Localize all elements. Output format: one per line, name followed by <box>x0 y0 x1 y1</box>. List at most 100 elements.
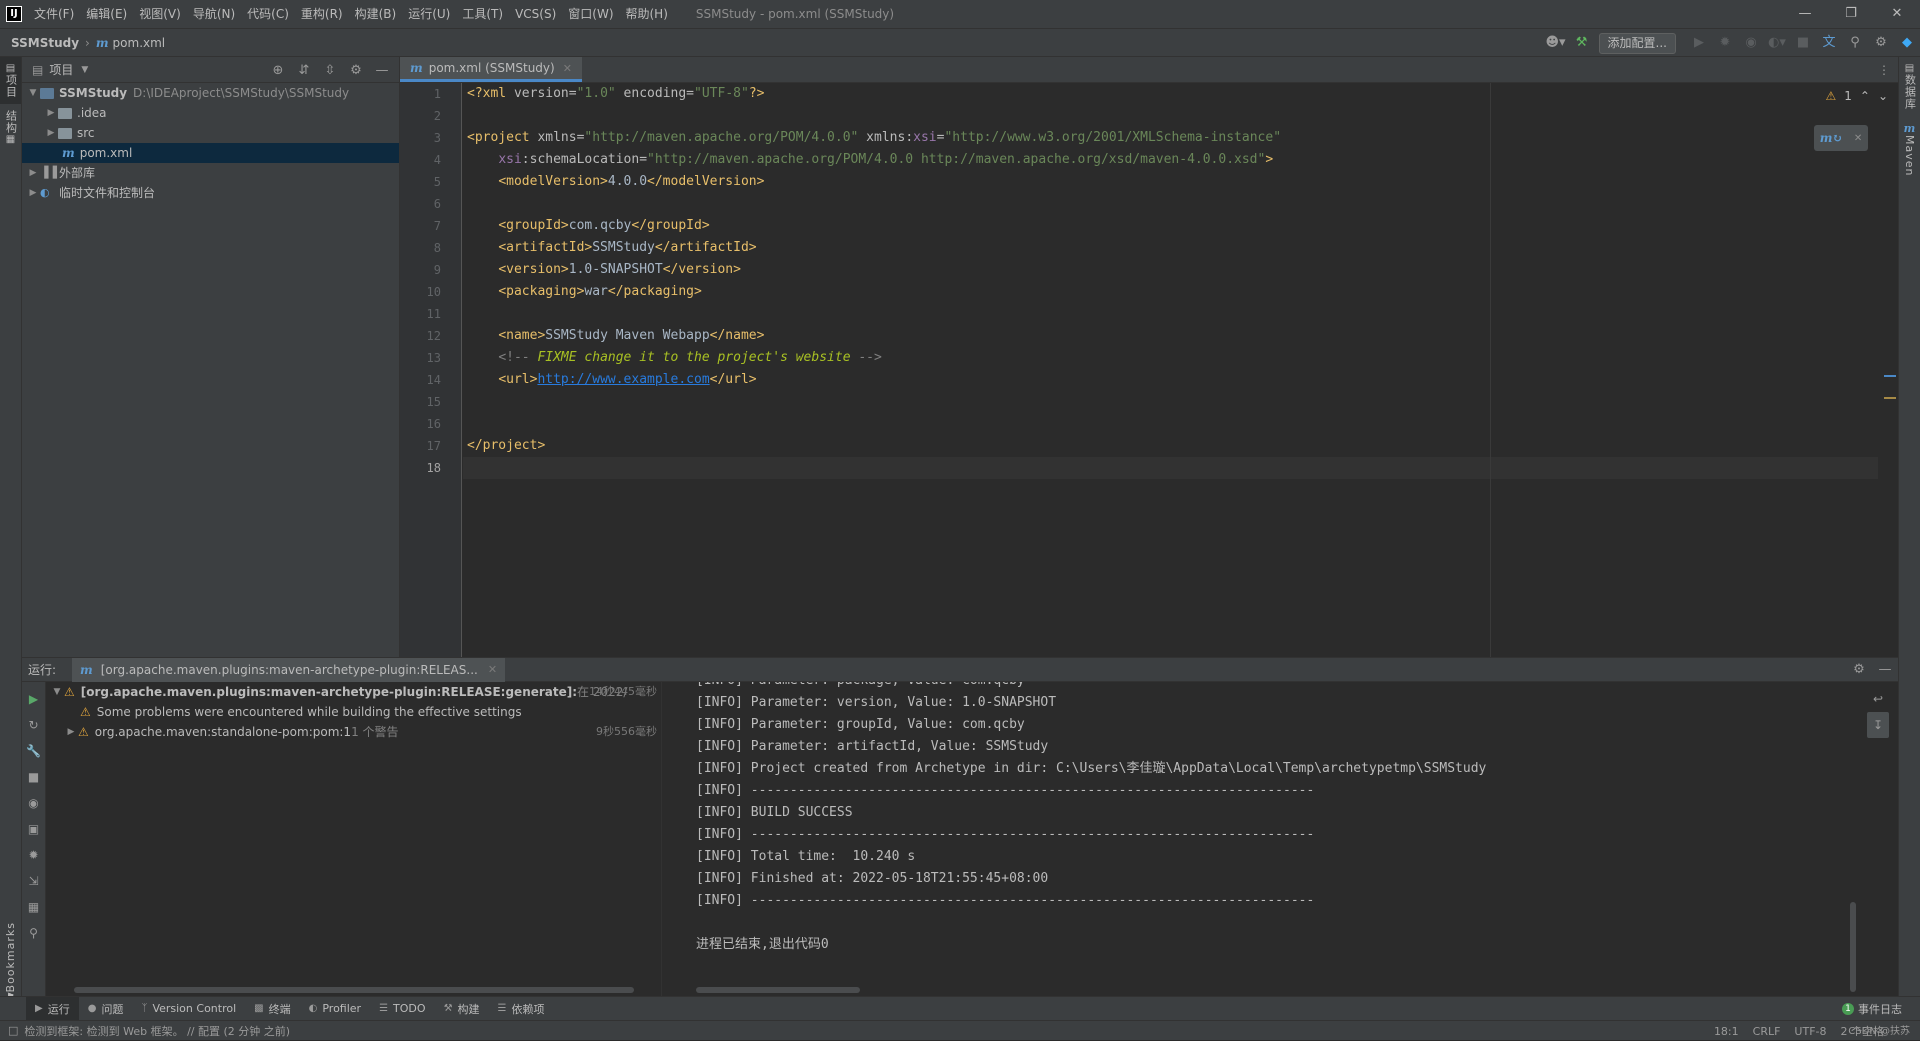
tool-event-log-button[interactable]: 1 事件日志 <box>1842 997 1902 1021</box>
run-settings-icon[interactable]: ⚙ <box>1846 662 1872 677</box>
scrollbar-marker[interactable] <box>1884 375 1896 377</box>
console-vertical-scrollbar[interactable] <box>1850 902 1856 992</box>
file-encoding[interactable]: UTF-8 <box>1794 1025 1826 1038</box>
menu-tools[interactable]: 工具(T) <box>456 0 509 28</box>
stripe-database-button[interactable]: ▤ 数据库 <box>1899 57 1920 116</box>
export-icon[interactable]: ⇲ <box>23 868 45 894</box>
debug-icon[interactable]: ✹ <box>23 842 45 868</box>
profile-icon[interactable]: ◐▾ <box>1764 29 1790 57</box>
rerun-icon[interactable]: ▶ <box>23 686 45 712</box>
stripe-bookmarks-button[interactable]: Bookmarks ⚑ <box>0 922 21 1003</box>
tree-item-pom[interactable]: m pom.xml <box>22 143 399 163</box>
stop-icon[interactable]: ■ <box>23 764 45 790</box>
maven-reload-icon[interactable]: m↻ <box>1820 131 1843 145</box>
pin-icon[interactable]: ⚲ <box>23 920 45 946</box>
run-tree-scrollbar[interactable] <box>74 987 634 993</box>
tool-dependencies-button[interactable]: ☰ 依赖项 <box>489 997 554 1021</box>
tool-build-button[interactable]: ⚒ 构建 <box>435 997 489 1021</box>
stripe-maven-button[interactable]: m Maven <box>1899 116 1920 182</box>
menu-refactor[interactable]: 重构(R) <box>295 0 349 28</box>
soft-wrap-icon[interactable]: ↩ <box>1867 686 1889 712</box>
line-separator[interactable]: CRLF <box>1753 1025 1781 1038</box>
menu-view[interactable]: 视图(V) <box>133 0 187 28</box>
menu-window[interactable]: 窗口(W) <box>562 0 619 28</box>
scroll-to-end-icon[interactable]: ↧ <box>1867 712 1889 738</box>
rerun-failed-icon[interactable]: ↻ <box>23 712 45 738</box>
chevron-right-icon[interactable]: ▶ <box>26 163 40 183</box>
debug-icon[interactable]: ✹ <box>1712 29 1738 57</box>
expand-all-icon[interactable]: ⇵ <box>291 63 317 78</box>
collapse-all-icon[interactable]: ⇳ <box>317 63 343 78</box>
stripe-structure-button[interactable]: 结构 ▦ <box>0 104 21 151</box>
url-link[interactable]: http://www.example.com <box>537 372 709 387</box>
tree-root-ssmstudy[interactable]: ▼ SSMStudy D:\IDEAproject\SSMStudy\SSMSt… <box>22 83 399 103</box>
tool-run-button[interactable]: ▶ 运行 <box>26 996 79 1021</box>
stop-icon[interactable]: ■ <box>1790 29 1816 57</box>
settings-gear-icon[interactable]: ⚙ <box>1868 29 1894 57</box>
chevron-down-icon[interactable]: ▼ <box>50 682 64 702</box>
caret-position[interactable]: 18:1 <box>1714 1025 1739 1038</box>
chevron-down-icon[interactable]: ▼ <box>81 65 88 75</box>
code-editor[interactable]: <?xml version="1.0" encoding="UTF-8"?> <… <box>463 83 1878 657</box>
hide-panel-icon[interactable]: — <box>369 63 395 78</box>
run-tab[interactable]: m [org.apache.maven.plugins:maven-archet… <box>72 657 506 682</box>
layout-icon[interactable]: ▦ <box>23 894 45 920</box>
run-console-output[interactable]: [INFO] Parameter: package, Value: com.qc… <box>662 682 1858 997</box>
status-square-icon[interactable]: □ <box>8 1024 18 1037</box>
jetbrains-toolbox-icon[interactable]: ◆ <box>1894 29 1920 57</box>
tab-pom-xml[interactable]: m pom.xml (SSMStudy) ✕ <box>400 57 582 82</box>
panel-settings-icon[interactable]: ⚙ <box>343 63 369 78</box>
camera-icon[interactable]: ▣ <box>23 816 45 842</box>
menu-run[interactable]: 运行(U) <box>402 0 456 28</box>
chevron-down-icon[interactable]: ▼ <box>26 83 40 103</box>
restore-icon[interactable]: ❐ <box>1828 0 1874 28</box>
close-tab-icon[interactable]: ✕ <box>563 62 572 75</box>
chevron-down-icon[interactable]: ⌄ <box>1878 89 1888 103</box>
more-tabs-icon[interactable]: ⋮ <box>1870 57 1898 82</box>
inspection-widget[interactable]: ⚠ 1 ⌃ ⌄ <box>1825 89 1888 103</box>
menu-code[interactable]: 代码(C) <box>241 0 295 28</box>
status-message[interactable]: 检测到框架: 检测到 Web 框架。 // 配置 (2 分钟 之前) <box>24 1023 290 1039</box>
scrollbar-marker[interactable] <box>1884 397 1896 399</box>
breadcrumb-project[interactable]: SSMStudy <box>11 36 79 50</box>
minimize-icon[interactable]: — <box>1782 0 1828 28</box>
run-tree-item[interactable]: ⚠ Some problems were encountered while b… <box>46 702 661 722</box>
chevron-right-icon[interactable]: ▶ <box>44 123 58 143</box>
tree-item-scratches[interactable]: ▶ ◐ 临时文件和控制台 <box>22 183 399 203</box>
stripe-project-button[interactable]: ▤ 项目 <box>0 57 21 104</box>
close-tab-icon[interactable]: ✕ <box>488 663 497 676</box>
tree-item-idea[interactable]: ▶ .idea <box>22 103 399 123</box>
close-window-icon[interactable]: ✕ <box>1874 0 1920 28</box>
menu-navigate[interactable]: 导航(N) <box>187 0 241 28</box>
run-tree-root[interactable]: ▼ ⚠ [org.apache.maven.plugins:maven-arch… <box>46 682 661 702</box>
close-icon[interactable]: ✕ <box>1854 133 1862 144</box>
menu-file[interactable]: 文件(F) <box>28 0 80 28</box>
tree-item-external-libraries[interactable]: ▶ ▐▐ 外部库 <box>22 163 399 183</box>
breadcrumb-file[interactable]: pom.xml <box>113 36 166 50</box>
menu-help[interactable]: 帮助(H) <box>620 0 674 28</box>
maven-reload-popup[interactable]: m↻ ✕ <box>1814 125 1868 151</box>
menu-edit[interactable]: 编辑(E) <box>80 0 133 28</box>
translate-icon[interactable]: 文 <box>1816 29 1842 57</box>
chevron-right-icon[interactable]: ▶ <box>26 183 40 203</box>
tool-profiler-button[interactable]: ◐ Profiler <box>300 997 370 1021</box>
tool-vcs-button[interactable]: ᛉ Version Control <box>132 997 245 1021</box>
user-account-icon[interactable]: ☻▾ <box>1543 29 1569 57</box>
add-configuration-button[interactable]: 添加配置... <box>1598 32 1676 54</box>
tree-item-src[interactable]: ▶ src <box>22 123 399 143</box>
tool-todo-button[interactable]: ☰ TODO <box>370 997 434 1021</box>
tool-terminal-button[interactable]: ▩ 终端 <box>245 997 299 1021</box>
chevron-right-icon[interactable]: ▶ <box>44 103 58 123</box>
chevron-up-icon[interactable]: ⌃ <box>1860 89 1870 103</box>
tool-problems-button[interactable]: ● 问题 <box>79 997 133 1021</box>
menu-vcs[interactable]: VCS(S) <box>509 0 562 28</box>
run-icon[interactable]: ▶ <box>1686 29 1712 57</box>
menu-build[interactable]: 构建(B) <box>349 0 403 28</box>
search-icon[interactable]: ⚲ <box>1842 29 1868 57</box>
eye-icon[interactable]: ◉ <box>23 790 45 816</box>
wrench-icon[interactable]: 🔧 <box>23 738 45 764</box>
run-tree-item[interactable]: ▶ ⚠ org.apache.maven:standalone-pom:pom:… <box>46 722 661 742</box>
build-hammer-icon[interactable]: ⚒ <box>1569 29 1595 57</box>
locate-file-icon[interactable]: ⊕ <box>265 63 291 78</box>
console-scrollbar[interactable] <box>696 987 860 993</box>
